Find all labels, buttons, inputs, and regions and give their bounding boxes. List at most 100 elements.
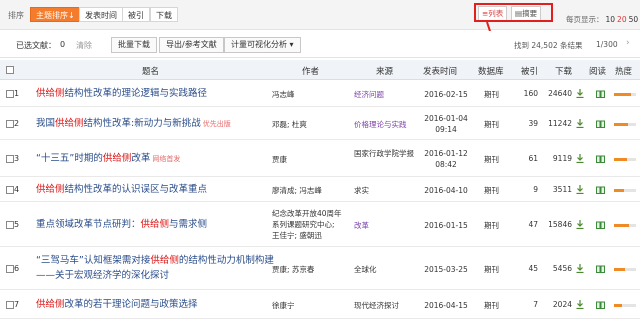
database-name: 期刊 xyxy=(484,120,499,129)
column-heat[interactable]: 热度 xyxy=(615,65,632,77)
download-icon[interactable] xyxy=(576,89,584,98)
publish-date: 2016-01-12 08:42 xyxy=(424,149,468,169)
next-page-icon[interactable]: › xyxy=(626,38,630,48)
citation-count[interactable]: 7 xyxy=(520,300,538,309)
result-title-link[interactable]: 我国供给侧结构性改革:新动力与新挑战 优先出版 xyxy=(36,116,276,132)
sort-by-downloads-button[interactable]: 下载 xyxy=(150,7,178,22)
title-text: 与需求侧 xyxy=(169,219,208,230)
column-downloads[interactable]: 下载 xyxy=(555,65,572,77)
source-link[interactable]: 求实 xyxy=(354,185,418,196)
sort-by-citations-button[interactable]: 被引 xyxy=(122,7,150,22)
read-online-icon[interactable] xyxy=(596,155,605,163)
publish-date: 2016-04-15 xyxy=(424,301,468,310)
author-link[interactable]: 徐康宁 xyxy=(272,300,344,311)
heat-bar xyxy=(614,189,636,192)
title-text: “三驾马车”认知框架需对接 xyxy=(36,255,151,266)
heat-bar-fill xyxy=(614,268,625,271)
author-link[interactable]: 贾康 xyxy=(272,154,344,165)
per-page-option-10[interactable]: 10 xyxy=(606,15,616,24)
batch-download-button[interactable]: 批量下载 xyxy=(111,37,157,53)
source-link[interactable]: 现代经济探讨 xyxy=(354,300,418,311)
annotation-highlight-box xyxy=(474,3,553,22)
author-link[interactable]: 廖清成; 冯志峰 xyxy=(272,185,344,196)
citation-count[interactable]: 9 xyxy=(520,185,538,194)
author-link[interactable]: 贾康; 苏京春 xyxy=(272,264,344,275)
download-icon[interactable] xyxy=(576,185,584,194)
per-page-label: 每页显示： xyxy=(566,15,604,24)
row-number: 4 xyxy=(14,185,20,194)
read-online-icon[interactable] xyxy=(596,221,605,229)
citation-count[interactable]: 39 xyxy=(520,119,538,128)
column-database[interactable]: 数据库 xyxy=(478,65,504,77)
row-checkbox[interactable] xyxy=(6,221,14,229)
citation-count[interactable]: 61 xyxy=(520,154,538,163)
table-row: 2 我国供给侧结构性改革:新动力与新挑战 优先出版 邓磊; 杜爽 价格理论与实践 … xyxy=(0,108,640,140)
result-title-link[interactable]: 重点领域改革节点研判：供给侧与需求侧 xyxy=(36,217,276,232)
column-author[interactable]: 作者 xyxy=(302,65,319,77)
read-online-icon[interactable] xyxy=(596,301,605,309)
row-checkbox[interactable] xyxy=(6,90,14,98)
download-icon[interactable] xyxy=(576,220,584,229)
author-link[interactable]: 冯志峰 xyxy=(272,89,344,100)
citation-count[interactable]: 45 xyxy=(520,264,538,273)
clear-selection-link[interactable]: 清除 xyxy=(76,40,92,51)
citation-count[interactable]: 160 xyxy=(520,89,538,98)
table-row: 7 供给侧改革的若干理论问题与政策选择 徐康宁 现代经济探讨 2016-04-1… xyxy=(0,291,640,319)
title-text: 改革的若干理论问题与政策选择 xyxy=(64,299,198,310)
download-count: 24640 xyxy=(548,89,572,98)
read-online-icon[interactable] xyxy=(596,186,605,194)
column-title[interactable]: 题名 xyxy=(142,65,159,77)
row-checkbox[interactable] xyxy=(6,120,14,128)
download-icon[interactable] xyxy=(576,119,584,128)
download-icon[interactable] xyxy=(576,154,584,163)
per-page-option-50[interactable]: 50 xyxy=(629,15,639,24)
source-link[interactable]: 经济问题 xyxy=(354,89,418,100)
download-icon[interactable] xyxy=(576,264,584,273)
heat-bar-fill xyxy=(614,158,627,161)
result-title-link[interactable]: 供给侧结构性改革的认识误区与改革重点 xyxy=(36,182,276,197)
row-checkbox[interactable] xyxy=(6,301,14,309)
page-indicator: 1/300 xyxy=(596,40,618,49)
column-source[interactable]: 来源 xyxy=(376,65,393,77)
read-online-icon[interactable] xyxy=(596,120,605,128)
column-citations[interactable]: 被引 xyxy=(521,65,538,77)
publish-date: 2015-03-25 xyxy=(424,265,468,274)
download-icon[interactable] xyxy=(576,300,584,309)
citation-count[interactable]: 47 xyxy=(520,220,538,229)
row-number: 1 xyxy=(14,89,20,98)
source-link[interactable]: 价格理论与实践 xyxy=(354,119,418,130)
sort-by-date-button[interactable]: 发表时间 xyxy=(79,7,123,22)
result-title-link[interactable]: 供给侧结构性改革的理论逻辑与实践路径 xyxy=(36,86,276,101)
source-link[interactable]: 国家行政学院学报 xyxy=(354,148,418,159)
result-title-link[interactable]: “三驾马车”认知框架需对接供给侧的结构性动力机制构建——关于宏观经济学的深化探讨 xyxy=(36,253,276,283)
database-name: 期刊 xyxy=(484,221,499,230)
result-title-link[interactable]: “十三五”时期的供给侧改革 网络首发 xyxy=(36,151,276,167)
table-row: 3 “十三五”时期的供给侧改革 网络首发 贾康 国家行政学院学报 2016-01-… xyxy=(0,141,640,177)
source-link[interactable]: 改革 xyxy=(354,220,418,231)
read-online-icon[interactable] xyxy=(596,265,605,273)
table-row: 4 供给侧结构性改革的认识误区与改革重点 廖清成; 冯志峰 求实 2016-04… xyxy=(0,178,640,202)
visual-analysis-button[interactable]: 计量可视化分析 ▾ xyxy=(224,37,301,53)
publish-status-tag: 网络首发 xyxy=(152,155,181,163)
select-all-checkbox[interactable] xyxy=(6,66,14,74)
heat-bar xyxy=(614,93,636,96)
download-count: 15846 xyxy=(548,220,572,229)
column-date[interactable]: 发表时间 xyxy=(423,65,457,77)
row-number: 5 xyxy=(14,220,20,229)
table-row: 1 供给侧结构性改革的理论逻辑与实践路径 冯志峰 经济问题 2016-02-15… xyxy=(0,81,640,107)
column-read[interactable]: 阅读 xyxy=(589,65,606,77)
export-references-button[interactable]: 导出/参考文献 xyxy=(159,37,224,53)
row-checkbox[interactable] xyxy=(6,155,14,163)
result-title-link[interactable]: 供给侧改革的若干理论问题与政策选择 xyxy=(36,297,276,312)
read-online-icon[interactable] xyxy=(596,90,605,98)
author-link[interactable]: 邓磊; 杜爽 xyxy=(272,119,344,130)
per-page-option-20[interactable]: 20 xyxy=(617,15,627,24)
source-link[interactable]: 全球化 xyxy=(354,264,418,275)
heat-bar xyxy=(614,304,636,307)
sort-by-relevance-button[interactable]: 主题排序↓ xyxy=(30,7,81,22)
row-checkbox[interactable] xyxy=(6,186,14,194)
table-row: 5 重点领域改革节点研判：供给侧与需求侧 纪念改革开放40周年系列课题研究中心;… xyxy=(0,203,640,247)
title-keyword-highlight: 供给侧 xyxy=(36,299,65,310)
row-checkbox[interactable] xyxy=(6,265,14,273)
author-link[interactable]: 纪念改革开放40周年系列课题研究中心; 王佳宁; 盛朝迅 xyxy=(272,208,344,241)
